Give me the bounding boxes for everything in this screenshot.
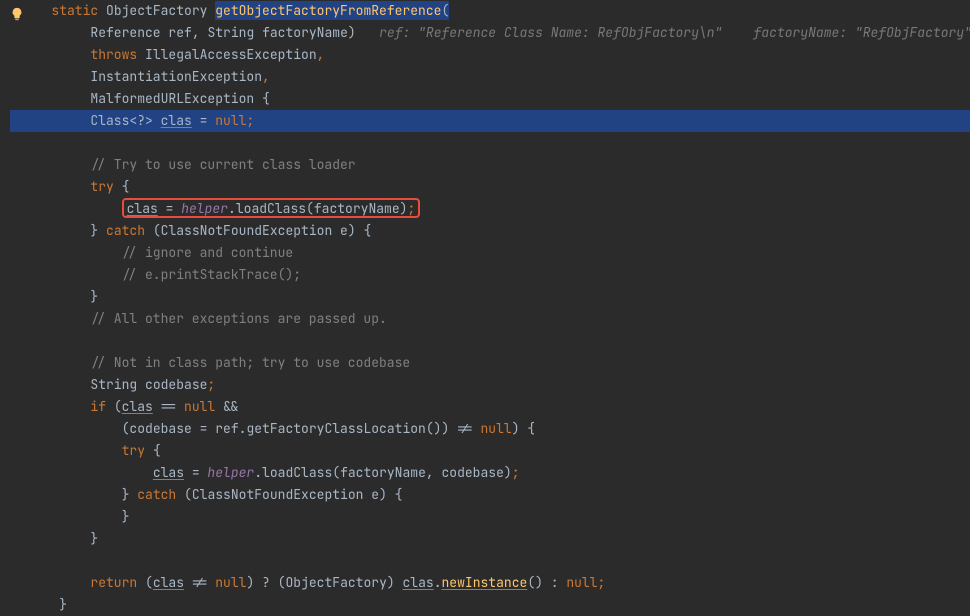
code-editor[interactable]: static ObjectFactory getObjectFactoryFro… <box>0 0 970 614</box>
code-line[interactable]: } <box>10 528 970 550</box>
code-line[interactable]: } <box>10 286 970 308</box>
code-line[interactable]: InstantiationException, <box>10 66 970 88</box>
code-line[interactable]: clas = helper.loadClass(factoryName); <box>10 198 970 220</box>
code-line-selected[interactable]: Class<?> clas = null; <box>10 110 970 132</box>
inlay-hint: factoryName: "RefObjFactory" <box>754 24 970 41</box>
code-line[interactable]: // ignore and continue <box>10 242 970 264</box>
code-line[interactable]: return (clas != null) ? (ObjectFactory) … <box>10 572 970 594</box>
code-line[interactable]: (codebase = ref.getFactoryClassLocation(… <box>10 418 970 440</box>
code-line[interactable] <box>10 132 970 154</box>
code-line[interactable]: String codebase; <box>10 374 970 396</box>
highlight-box: clas = helper.loadClass(factoryName); <box>122 198 421 218</box>
code-line[interactable]: } <box>10 594 970 616</box>
code-line[interactable]: } catch (ClassNotFoundException e) { <box>10 484 970 506</box>
code-line[interactable]: // e.printStackTrace(); <box>10 264 970 286</box>
left-gutter-stripe <box>0 0 8 614</box>
code-line[interactable]: try { <box>10 176 970 198</box>
code-line[interactable]: } <box>10 506 970 528</box>
code-line[interactable]: clas = helper.loadClass(factoryName, cod… <box>10 462 970 484</box>
code-line[interactable]: MalformedURLException { <box>10 88 970 110</box>
code-line[interactable]: // All other exceptions are passed up. <box>10 308 970 330</box>
code-line[interactable] <box>10 330 970 352</box>
code-line[interactable]: Reference ref, String factoryName) ref: … <box>10 22 970 44</box>
code-line[interactable] <box>10 550 970 572</box>
code-line[interactable]: static ObjectFactory getObjectFactoryFro… <box>10 0 970 22</box>
code-line[interactable]: if (clas == null && <box>10 396 970 418</box>
code-line[interactable]: throws IllegalAccessException, <box>10 44 970 66</box>
inlay-hint: ref: "Reference Class Name: RefObjFactor… <box>379 24 722 41</box>
code-line[interactable]: // Not in class path; try to use codebas… <box>10 352 970 374</box>
code-line[interactable]: // Try to use current class loader <box>10 154 970 176</box>
code-line[interactable]: } catch (ClassNotFoundException e) { <box>10 220 970 242</box>
code-line[interactable]: try { <box>10 440 970 462</box>
bulb-icon[interactable] <box>10 6 22 18</box>
